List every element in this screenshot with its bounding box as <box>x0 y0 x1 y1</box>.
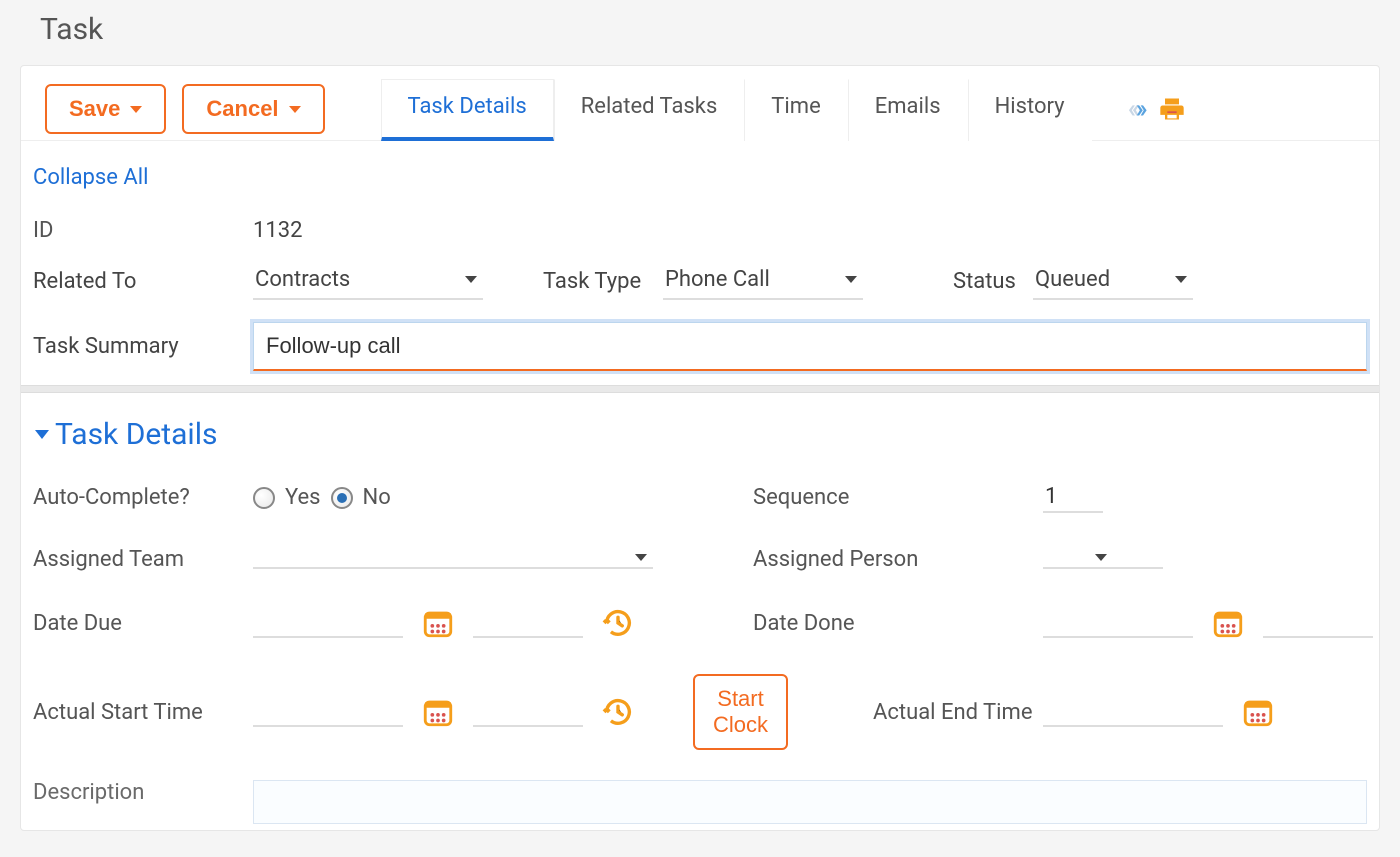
tab-time[interactable]: Time <box>744 79 847 141</box>
sequence-label: Sequence <box>753 485 1043 510</box>
auto-complete-no-label: No <box>363 485 391 510</box>
tab-related-tasks[interactable]: Related Tasks <box>554 79 745 141</box>
id-row: ID 1132 <box>33 208 1367 253</box>
save-button-label: Save <box>69 96 120 122</box>
date-due-label: Date Due <box>33 611 253 636</box>
actual-start-widgets <box>253 695 713 729</box>
sequence-input[interactable]: 1 <box>1043 482 1103 513</box>
date-due-input[interactable] <box>253 608 403 638</box>
tab-emails[interactable]: Emails <box>848 79 968 141</box>
chevron-down-icon <box>35 430 49 439</box>
page-title: Task <box>0 0 1400 65</box>
id-label: ID <box>33 218 253 243</box>
calendar-icon[interactable] <box>1241 695 1275 729</box>
calendar-icon[interactable] <box>1211 606 1245 640</box>
auto-complete-radio-group: Yes No <box>253 485 713 510</box>
auto-complete-no-radio[interactable] <box>331 487 353 509</box>
task-summary-row: Task Summary <box>33 310 1367 371</box>
collapse-all-link[interactable]: Collapse All <box>33 165 1367 190</box>
auto-complete-yes-radio[interactable] <box>253 487 275 509</box>
related-to-value: Contracts <box>255 267 350 292</box>
actual-start-time-input[interactable] <box>473 697 583 727</box>
id-value: 1132 <box>253 218 1367 243</box>
tabs-scroll-buttons[interactable]: ‹‹›› <box>1128 94 1144 124</box>
clock-history-icon[interactable] <box>601 695 635 729</box>
description-row: Description <box>33 780 1367 824</box>
cancel-button[interactable]: Cancel <box>182 84 324 134</box>
task-details-grid: Auto-Complete? Yes No Sequence 1 Assigne… <box>33 482 1367 750</box>
status-label: Status <box>913 269 1023 294</box>
date-due-time-input[interactable] <box>473 608 583 638</box>
caret-down-icon <box>130 106 142 113</box>
content-area: Collapse All ID 1132 Related To Contract… <box>21 141 1379 830</box>
task-type-value: Phone Call <box>665 267 770 292</box>
chevron-down-icon <box>635 554 647 561</box>
related-to-label: Related To <box>33 269 253 294</box>
toolbar: Save Cancel Task Details Related Tasks T… <box>21 66 1379 141</box>
start-clock-cell: Start Clock <box>713 674 753 750</box>
actual-end-date-input[interactable] <box>1043 697 1223 727</box>
section-divider <box>21 385 1379 393</box>
chevron-down-icon <box>1175 276 1187 283</box>
chevron-down-icon <box>465 276 477 283</box>
date-due-widgets <box>253 606 713 640</box>
auto-complete-label: Auto-Complete? <box>33 485 253 510</box>
clock-history-icon[interactable] <box>601 606 635 640</box>
classification-row: Related To Contracts Task Type Phone Cal… <box>33 253 1367 310</box>
caret-down-icon <box>289 106 301 113</box>
task-type-dropdown[interactable]: Phone Call <box>663 263 863 300</box>
auto-complete-yes-label: Yes <box>285 485 321 510</box>
task-summary-input[interactable] <box>253 322 1367 371</box>
actual-start-date-input[interactable] <box>253 697 403 727</box>
task-panel: Save Cancel Task Details Related Tasks T… <box>20 65 1380 831</box>
date-done-time-input[interactable] <box>1263 608 1373 638</box>
assigned-person-dropdown[interactable] <box>1043 550 1163 569</box>
tabs: Task Details Related Tasks Time Emails H… <box>381 78 1092 140</box>
section-title: Task Details <box>55 417 218 452</box>
actual-end-label: Actual End Time <box>753 700 1043 725</box>
description-textarea[interactable] <box>253 780 1367 824</box>
assigned-person-label: Assigned Person <box>753 547 1043 572</box>
date-done-label: Date Done <box>753 611 1043 636</box>
description-label: Description <box>33 780 253 805</box>
cancel-button-label: Cancel <box>206 96 278 122</box>
tabs-scroll: ‹‹›› <box>1128 94 1186 124</box>
section-task-details-header[interactable]: Task Details <box>35 417 1367 452</box>
task-type-label: Task Type <box>513 269 653 294</box>
tab-task-details[interactable]: Task Details <box>381 79 554 141</box>
calendar-icon[interactable] <box>421 695 455 729</box>
status-value: Queued <box>1035 267 1110 292</box>
status-dropdown[interactable]: Queued <box>1033 263 1193 300</box>
date-done-input[interactable] <box>1043 608 1193 638</box>
save-button[interactable]: Save <box>45 84 166 134</box>
assigned-team-dropdown[interactable] <box>253 550 653 569</box>
actual-start-label: Actual Start Time <box>33 700 253 725</box>
date-done-widgets <box>1043 606 1380 640</box>
calendar-icon[interactable] <box>421 606 455 640</box>
assigned-team-label: Assigned Team <box>33 547 253 572</box>
actual-end-widgets <box>1043 695 1380 729</box>
print-icon[interactable] <box>1158 95 1186 123</box>
tab-history[interactable]: History <box>968 79 1092 141</box>
task-summary-label: Task Summary <box>33 334 253 359</box>
chevron-down-icon <box>845 276 857 283</box>
chevron-down-icon <box>1095 554 1107 561</box>
related-to-dropdown[interactable]: Contracts <box>253 263 483 300</box>
